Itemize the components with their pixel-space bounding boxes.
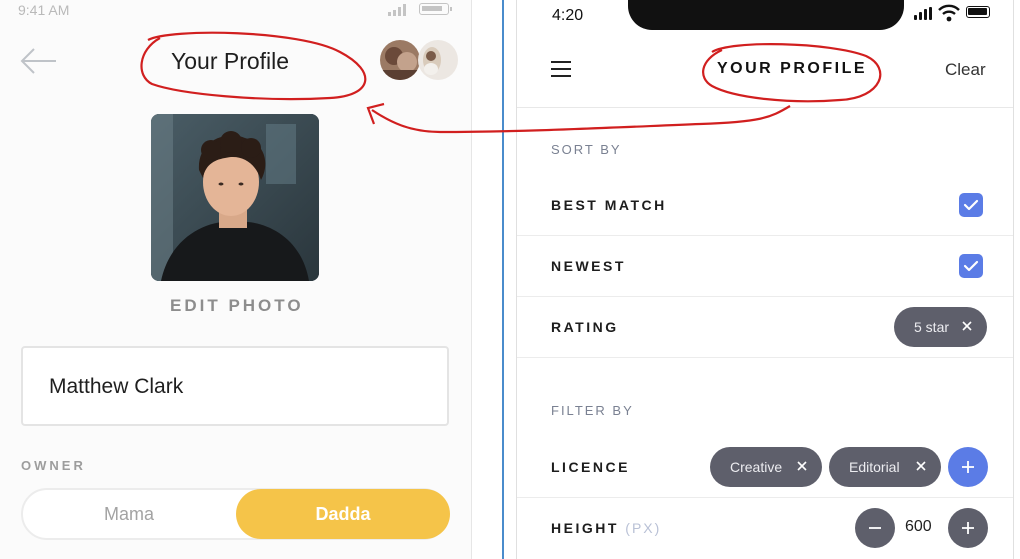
name-value: Matthew Clark: [49, 375, 184, 398]
height-row: HEIGHT (PX) 600: [517, 498, 1013, 559]
profile-photo[interactable]: [151, 114, 319, 281]
edit-photo-button[interactable]: EDIT PHOTO: [170, 296, 304, 316]
screen-edge: [471, 0, 472, 559]
close-icon[interactable]: [796, 457, 808, 475]
filter-by-heading: FILTER BY: [551, 403, 634, 418]
chip-label: 5 star: [914, 319, 950, 335]
checkbox-checked-icon[interactable]: [959, 254, 983, 278]
clear-button[interactable]: Clear: [945, 60, 986, 80]
chip-label: Editorial: [849, 459, 900, 475]
rating-row: RATING 5 star: [517, 297, 1013, 358]
left-screen: 9:41 AM Your Profile EDIT PHOTO Matthew …: [0, 0, 472, 559]
avatar[interactable]: [418, 40, 458, 80]
increment-button[interactable]: [948, 508, 988, 548]
height-value: 600: [905, 518, 932, 535]
divider-line: [502, 0, 504, 559]
rating-chip[interactable]: 5 star: [894, 307, 987, 347]
page-title: YOUR PROFILE: [717, 60, 868, 77]
hamburger-menu-icon[interactable]: [551, 61, 571, 77]
height-label: HEIGHT (PX): [551, 520, 661, 536]
add-licence-button[interactable]: [948, 447, 988, 487]
name-field[interactable]: Matthew Clark: [21, 346, 449, 426]
page-title: Your Profile: [171, 48, 290, 74]
licence-row: LICENCE Creative Editorial: [517, 437, 1013, 498]
owner-label: OWNER: [21, 458, 86, 473]
checkbox-checked-icon[interactable]: [959, 193, 983, 217]
sort-label: BEST MATCH: [551, 197, 667, 213]
wifi-icon: [938, 4, 960, 22]
back-arrow-icon[interactable]: [18, 44, 58, 78]
battery-icon: [966, 6, 990, 18]
rating-label: RATING: [551, 319, 619, 335]
sort-by-heading: SORT BY: [551, 142, 622, 157]
licence-label: LICENCE: [551, 459, 630, 475]
sort-label: NEWEST: [551, 258, 626, 274]
owner-option-mama[interactable]: Mama: [23, 490, 235, 538]
owner-toggle[interactable]: Mama Dadda: [21, 488, 450, 540]
avatar[interactable]: [380, 40, 420, 80]
phone-notch: [628, 0, 904, 30]
close-icon[interactable]: [961, 317, 973, 335]
licence-chip-creative[interactable]: Creative: [710, 447, 822, 487]
owner-option-dadda[interactable]: Dadda: [236, 489, 450, 539]
height-label-text: HEIGHT: [551, 520, 619, 536]
header: 4:20 YOUR PROFILE Clear: [517, 0, 1013, 108]
chip-label: Creative: [730, 459, 783, 475]
avatar-group[interactable]: [380, 40, 460, 84]
status-time: 9:41 AM: [18, 2, 70, 18]
right-screen: 4:20 YOUR PROFILE Clear SORT BY BEST MAT…: [516, 0, 1014, 559]
sort-row-newest[interactable]: NEWEST: [517, 236, 1013, 297]
height-unit: (PX): [625, 520, 662, 536]
licence-chip-editorial[interactable]: Editorial: [829, 447, 941, 487]
battery-icon: [419, 3, 452, 15]
sort-row-best-match[interactable]: BEST MATCH: [517, 175, 1013, 236]
close-icon[interactable]: [915, 457, 927, 475]
decrement-button[interactable]: [855, 508, 895, 548]
signal-icon: [388, 4, 410, 16]
signal-icon: [914, 7, 932, 20]
status-time: 4:20: [552, 7, 584, 24]
